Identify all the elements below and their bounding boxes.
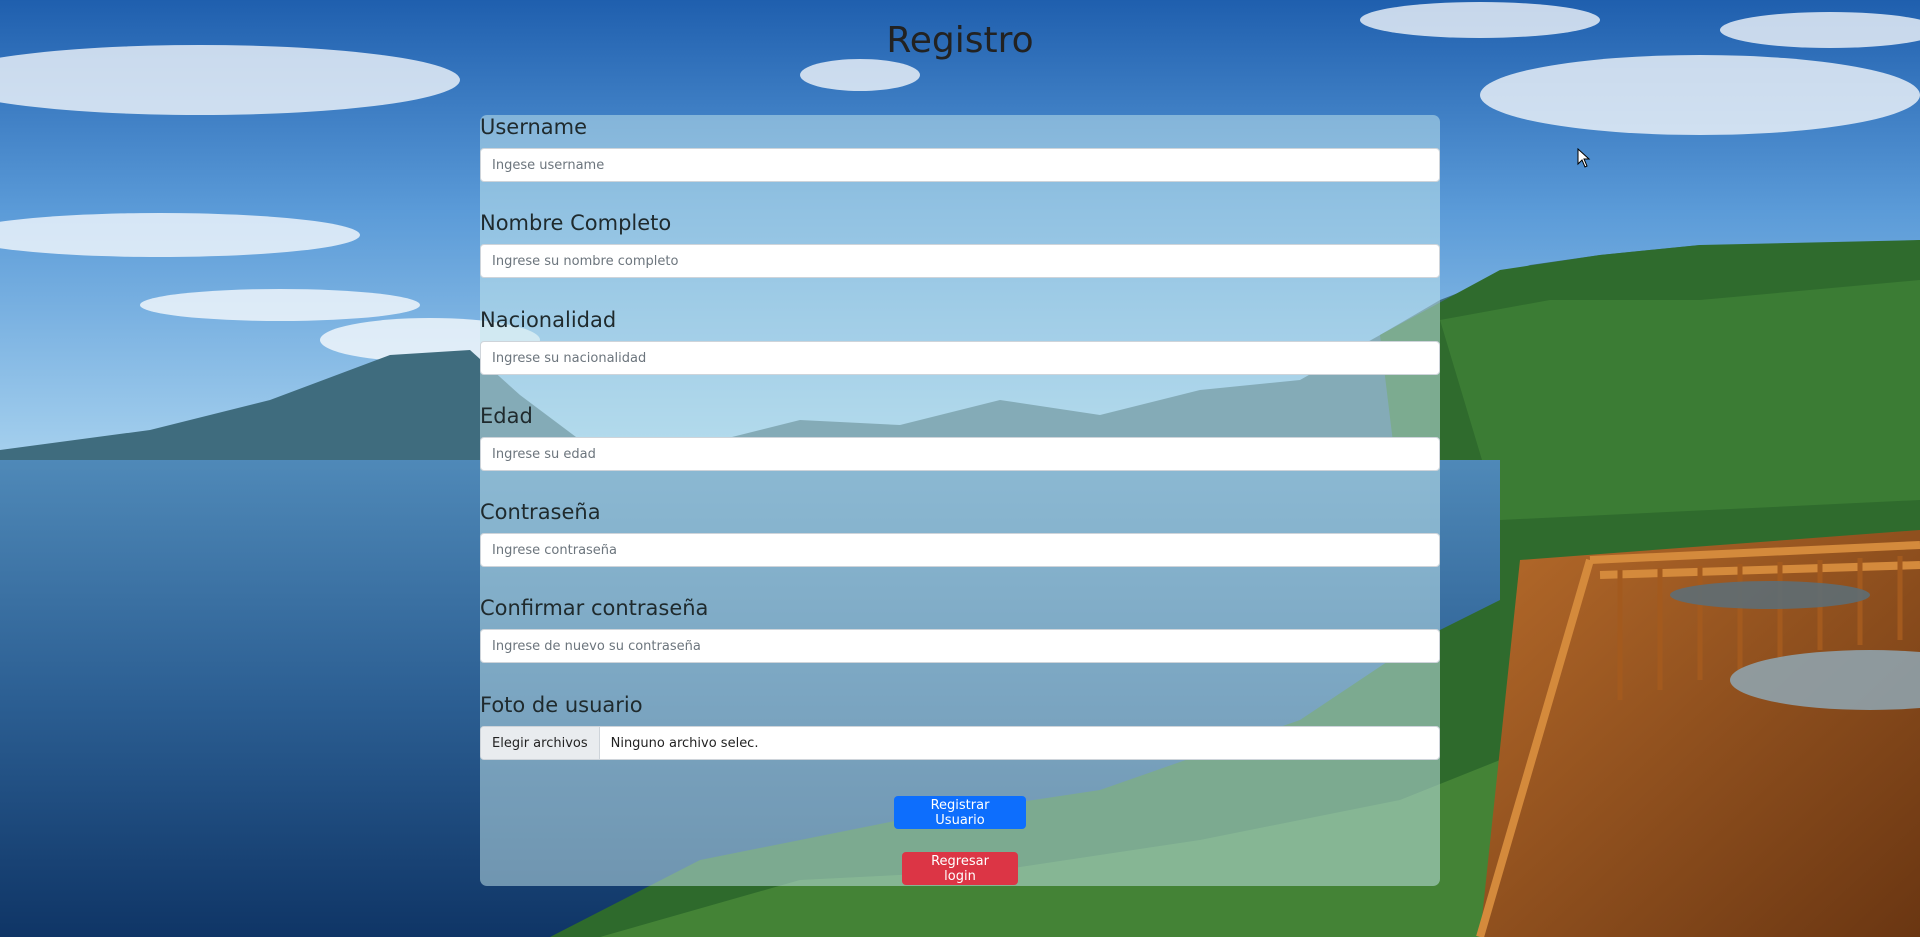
mouse-pointer-icon [1577, 148, 1591, 168]
user-photo-file-input[interactable]: Elegir archivos Ninguno archivo selec. [480, 726, 1440, 760]
back-to-login-button[interactable]: Regresar login [902, 852, 1018, 885]
choose-files-button[interactable]: Elegir archivos [481, 727, 600, 759]
registration-page: Registro Username Nombre Completo Nacion… [0, 0, 1920, 937]
file-status-text: Ninguno archivo selec. [610, 735, 759, 751]
nationality-label: Nacionalidad [480, 308, 617, 332]
full-name-input[interactable] [480, 244, 1440, 278]
password-label: Contraseña [480, 500, 601, 524]
nationality-input[interactable] [480, 341, 1440, 375]
confirm-password-input[interactable] [480, 629, 1440, 663]
page-title: Registro [886, 20, 1034, 61]
full-name-label: Nombre Completo [480, 211, 672, 235]
age-label: Edad [480, 404, 533, 428]
confirm-password-label: Confirmar contraseña [480, 596, 709, 620]
username-input[interactable] [480, 148, 1440, 182]
registration-form: Username Nombre Completo Nacionalidad Ed… [480, 115, 1440, 886]
username-label: Username [480, 115, 588, 139]
register-user-button[interactable]: Registrar Usuario [894, 796, 1026, 829]
age-input[interactable] [480, 437, 1440, 471]
user-photo-label: Foto de usuario [480, 693, 643, 717]
password-input[interactable] [480, 533, 1440, 567]
